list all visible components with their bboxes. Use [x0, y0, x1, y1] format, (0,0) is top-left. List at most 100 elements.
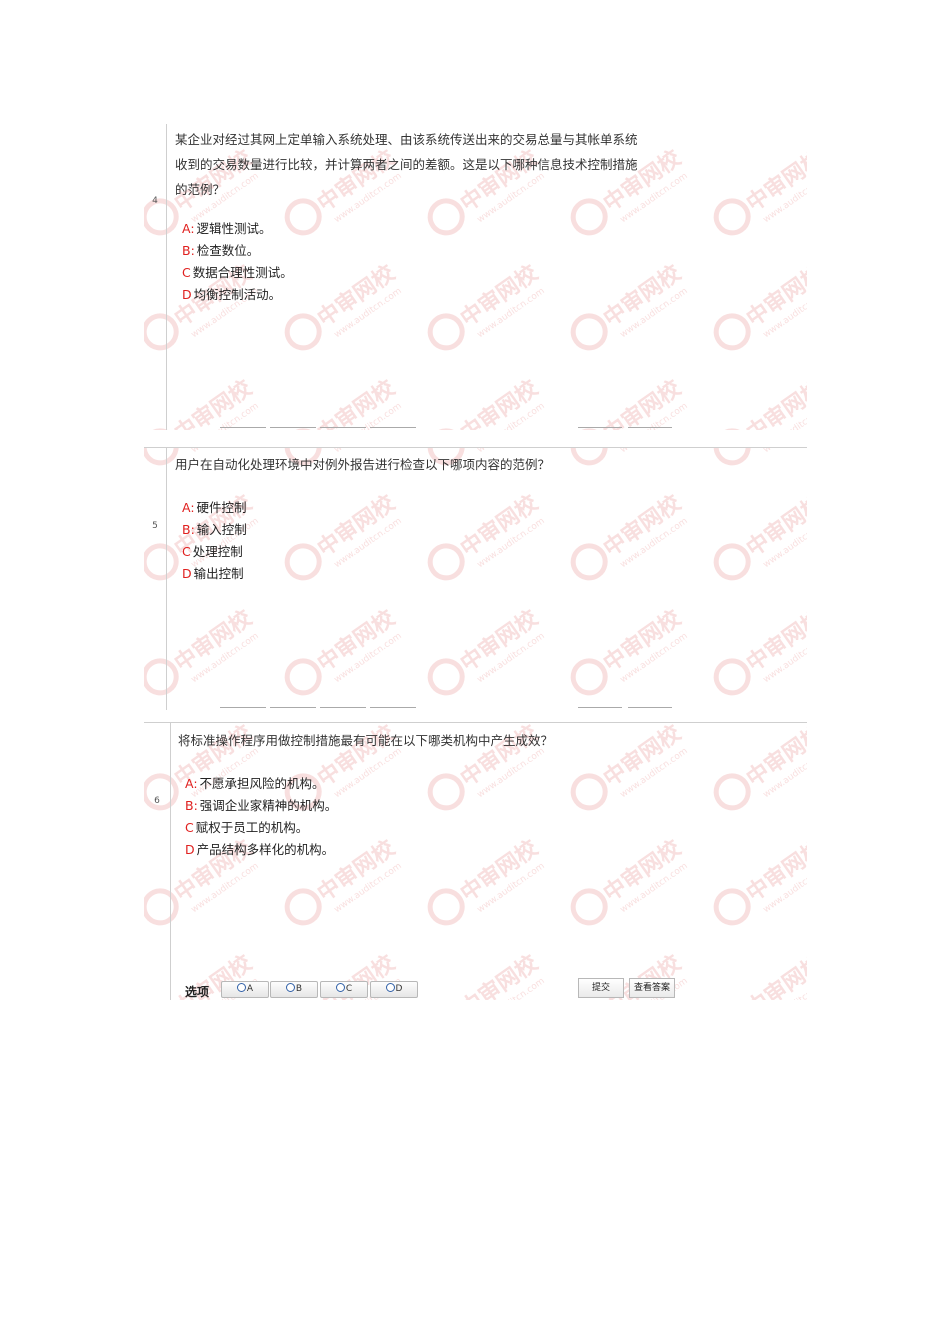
option-key: C: [185, 820, 194, 835]
watermark-logo: 中审网校www.auditcn.com: [427, 835, 547, 926]
watermark-site: www.auditcn.com: [476, 286, 547, 340]
option-d: D 产品结构多样化的机构。: [185, 839, 337, 861]
choice-a-radio[interactable]: A: [221, 981, 269, 998]
watermark-logo: 中审网校www.auditcn.com: [284, 490, 404, 581]
option-c: C 赋权于员工的机构。: [185, 817, 337, 839]
watermark-brand: 中审网校: [742, 145, 807, 217]
watermark-logo: 中审网校www.auditcn.com: [713, 835, 807, 926]
option-c: C 数据合理性测试。: [182, 262, 293, 284]
question-text: 某企业对经过其网上定单输入系统处理、由该系统传送出来的交易总量与其帐单系统 收到…: [175, 127, 675, 202]
watermark-logo: 中审网校www.auditcn.com: [427, 375, 547, 430]
options-list: A: 不愿承担风险的机构。 B: 强调企业家精神的机构。 C 赋权于员工的机构。 D产…: [185, 773, 337, 861]
cut-answer-bar: [144, 707, 807, 710]
watermark-brand: 中审网校: [742, 260, 807, 332]
watermark-logo: 中审网校www.auditcn.com: [713, 447, 807, 466]
watermark-logo: 中审网校www.auditcn.com: [713, 375, 807, 430]
options-list: A: 硬件控制 B: 输入控制 C 处理控制 D 输出控制: [182, 497, 247, 585]
question-line: 的范例？: [175, 182, 226, 197]
choice-c-radio[interactable]: C: [320, 981, 368, 998]
option-key: D: [182, 566, 192, 581]
watermark-brand: 中审网校: [599, 260, 687, 332]
watermark-brand: 中审网校: [170, 375, 258, 430]
option-d: D 输出控制: [182, 563, 247, 585]
option-b: B: 检查数位。: [182, 240, 293, 262]
watermark-site: www.auditcn.com: [762, 286, 807, 340]
watermark-brand: 中审网校: [313, 375, 401, 430]
watermark-site: www.auditcn.com: [762, 746, 807, 800]
watermark-site: www.auditcn.com: [762, 631, 807, 685]
choice-b-radio[interactable]: B: [270, 981, 318, 998]
watermark-site: www.auditcn.com: [190, 401, 261, 430]
view-answer-button[interactable]: 查看答案: [629, 978, 675, 998]
radio-circle-icon: [236, 983, 246, 992]
option-text: 处理控制: [192, 544, 243, 559]
choice-label: B: [295, 984, 303, 994]
watermark-logo: 中审网校www.auditcn.com: [713, 260, 807, 351]
choice-d-radio[interactable]: D: [370, 981, 418, 998]
watermark-logo: 中审网校www.auditcn.com: [570, 835, 690, 926]
option-text: 均衡控制活动。: [193, 287, 282, 302]
watermark-site: www.auditcn.com: [190, 631, 261, 685]
option-key: C: [182, 265, 191, 280]
watermark-site: www.auditcn.com: [619, 401, 690, 430]
option-text: 数据合理性测试。: [192, 265, 293, 280]
watermark-brand: 中审网校: [742, 375, 807, 430]
watermark-brand: 中审网校: [742, 835, 807, 907]
cut-answer-bar: [144, 427, 807, 430]
watermark-site: www.auditcn.com: [619, 286, 690, 340]
watermark-logo: 中审网校www.auditcn.com: [284, 260, 404, 351]
question-number: 5: [152, 521, 158, 531]
divider: [144, 447, 807, 448]
question-panel-4: 中审网校 www.auditcn.com 中审网校 www.auditcn.com 中审…: [144, 124, 807, 430]
watermark-site: www.auditcn.com: [476, 401, 547, 430]
watermark-logo: 中审网校www.auditcn.com: [570, 605, 690, 696]
watermark-logo: 中审网校www.auditcn.com: [570, 260, 690, 351]
watermark-brand: 中审网校: [742, 722, 807, 792]
watermark-brand: 中审网校: [599, 605, 687, 677]
question-line: 将标准操作程序用做控制措施最有可能在以下哪类机构中产生成效？: [178, 733, 554, 748]
options-list: A: 逻辑性测试。 B: 检查数位。 C 数据合理性测试。 D 均衡控制活动。: [182, 218, 293, 306]
watermark-logo: 中审网校www.auditcn.com: [427, 605, 547, 696]
question-number: 6: [154, 796, 160, 806]
watermark-logo: 中审网校www.auditcn.com: [713, 605, 807, 696]
watermark-logo: 中审网校www.auditcn.com: [570, 490, 690, 581]
watermark-brand: 中审网校: [742, 490, 807, 562]
watermark-site: www.auditcn.com: [333, 861, 404, 915]
watermark-logo: 中审网校www.auditcn.com: [710, 124, 807, 133]
watermark-brand: 中审网校: [742, 605, 807, 677]
divider: [144, 722, 807, 723]
choice-label: A: [246, 984, 254, 994]
watermark-brand: 中审网校: [599, 835, 687, 907]
watermark-brand: 中审网校: [456, 260, 544, 332]
watermark: 中审网校www.auditcn.com 中审网校www.auditcn.com 中审…: [144, 722, 807, 1000]
option-c: C 处理控制: [182, 541, 247, 563]
option-text: 赋权于员工的机构。: [195, 820, 309, 835]
choice-label: D: [395, 984, 403, 994]
option-text: 不愿承担风险的机构。: [199, 776, 325, 791]
watermark-brand: 中审网校: [313, 260, 401, 332]
watermark-brand: 中审网校: [456, 835, 544, 907]
option-text: 硬件控制: [196, 500, 247, 515]
watermark-logo: 中审网校www.auditcn.com: [284, 375, 404, 430]
options-label: 选项: [185, 985, 210, 999]
question-panel-5: 中审网校 www.auditcn.com 中审网校 www.auditcn.com 中审…: [144, 447, 807, 710]
choice-label: C: [345, 984, 353, 994]
watermark-site: www.auditcn.com: [762, 516, 807, 570]
option-text: 检查数位。: [196, 243, 260, 258]
watermark-site: www.auditcn.com: [762, 861, 807, 915]
question-text: 将标准操作程序用做控制措施最有可能在以下哪类机构中产生成效？: [178, 728, 678, 753]
option-key: A:: [182, 500, 195, 515]
option-d: D 均衡控制活动。: [182, 284, 293, 306]
option-b: B: 输入控制: [182, 519, 247, 541]
option-a: A: 硬件控制: [182, 497, 247, 519]
watermark-brand: 中审网校: [456, 375, 544, 430]
watermark-logo: 中审网校www.auditcn.com: [427, 490, 547, 581]
watermark-brand: 中审网校: [599, 490, 687, 562]
option-text: 强调企业家精神的机构。: [199, 798, 338, 813]
option-text: 逻辑性测试。: [196, 221, 272, 236]
watermark-site: www.auditcn.com: [190, 861, 261, 915]
number-column: 4: [144, 124, 167, 430]
watermark-logo: 中审网校www.auditcn.com: [713, 722, 807, 811]
number-column: 6: [144, 722, 171, 1000]
submit-button[interactable]: 提交: [578, 978, 624, 998]
